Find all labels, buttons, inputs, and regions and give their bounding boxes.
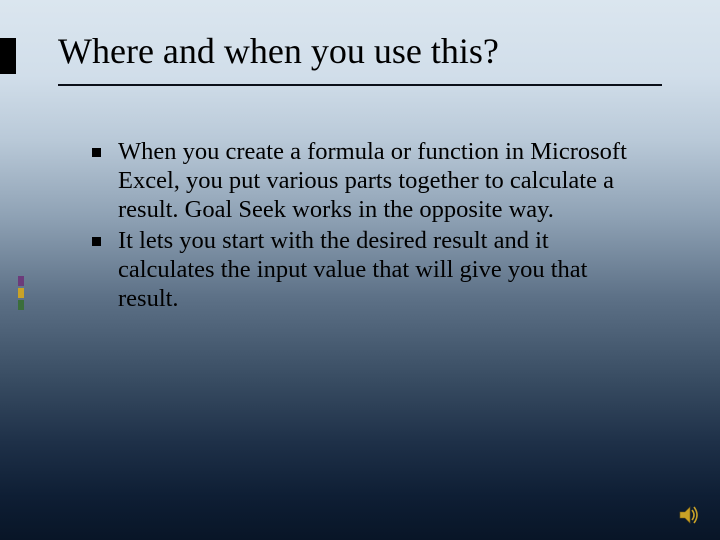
bullet-text: When you create a formula or function in… <box>118 138 627 223</box>
color-bar <box>18 276 24 286</box>
sound-icon[interactable] <box>678 504 702 526</box>
slide-title: Where and when you use this? <box>58 32 668 72</box>
accent-tab <box>0 38 16 74</box>
title-underline <box>58 84 662 86</box>
decorative-color-bars <box>18 276 24 312</box>
bullet-item: When you create a formula or function in… <box>90 138 650 225</box>
slide-body: When you create a formula or function in… <box>90 138 650 315</box>
color-bar <box>18 300 24 310</box>
slide: Where and when you use this? When you cr… <box>0 0 720 540</box>
bullet-item: It lets you start with the desired resul… <box>90 227 650 314</box>
bullet-text: It lets you start with the desired resul… <box>118 227 587 312</box>
color-bar <box>18 288 24 298</box>
